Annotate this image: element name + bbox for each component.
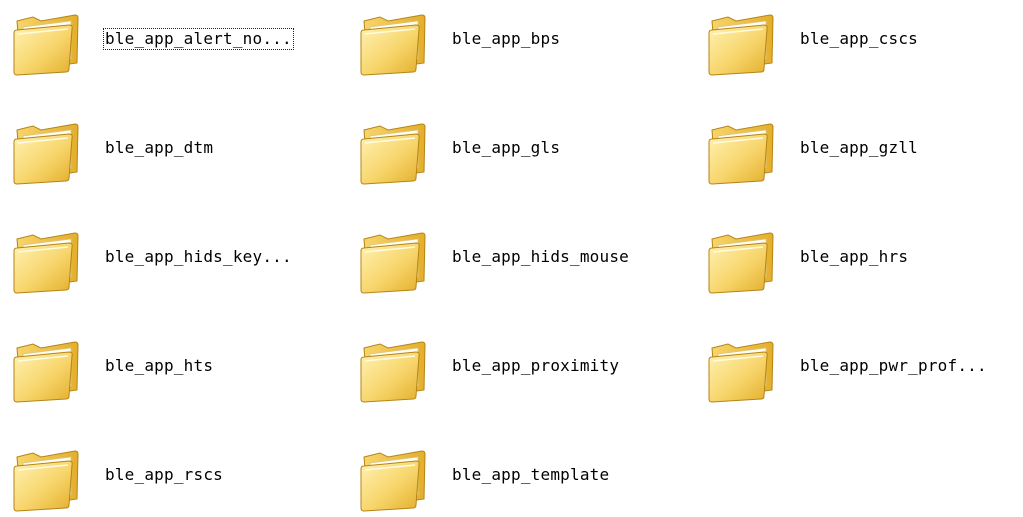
folder-name-label[interactable]: ble_app_proximity bbox=[450, 355, 621, 377]
folder-item[interactable]: ble_app_dtm bbox=[0, 113, 340, 187]
folder-item[interactable]: ble_app_hids_key... bbox=[0, 222, 340, 296]
folder-name-label[interactable]: ble_app_pwr_prof... bbox=[798, 355, 989, 377]
folder-item[interactable]: ble_app_gzll bbox=[695, 113, 1023, 187]
folder-name-label[interactable]: ble_app_gls bbox=[450, 137, 562, 159]
folder-icon[interactable] bbox=[358, 447, 428, 513]
folder-item[interactable]: ble_app_hts bbox=[0, 331, 340, 405]
folder-item[interactable]: ble_app_bps bbox=[347, 4, 687, 78]
folder-icon[interactable] bbox=[11, 338, 81, 404]
folder-item[interactable]: ble_app_proximity bbox=[347, 331, 687, 405]
folder-item[interactable]: ble_app_hids_mouse bbox=[347, 222, 687, 296]
folder-icon[interactable] bbox=[706, 11, 776, 77]
folder-item[interactable]: ble_app_rscs bbox=[0, 440, 340, 514]
folder-item[interactable]: ble_app_cscs bbox=[695, 4, 1023, 78]
folder-name-label[interactable]: ble_app_hrs bbox=[798, 246, 910, 268]
folder-name-label[interactable]: ble_app_cscs bbox=[798, 28, 920, 50]
folder-name-label[interactable]: ble_app_hts bbox=[103, 355, 215, 377]
folder-icon-grid: ble_app_alert_no... ble_app_bps ble_app_cs… bbox=[0, 0, 1023, 517]
folder-icon[interactable] bbox=[706, 120, 776, 186]
folder-icon[interactable] bbox=[11, 120, 81, 186]
folder-item[interactable]: ble_app_template bbox=[347, 440, 687, 514]
folder-name-label[interactable]: ble_app_alert_no... bbox=[103, 28, 294, 50]
folder-icon[interactable] bbox=[706, 338, 776, 404]
folder-icon[interactable] bbox=[358, 229, 428, 295]
folder-name-label[interactable]: ble_app_gzll bbox=[798, 137, 920, 159]
folder-name-label[interactable]: ble_app_hids_key... bbox=[103, 246, 294, 268]
folder-name-label[interactable]: ble_app_bps bbox=[450, 28, 562, 50]
folder-item[interactable]: ble_app_gls bbox=[347, 113, 687, 187]
folder-icon[interactable] bbox=[11, 229, 81, 295]
folder-icon[interactable] bbox=[358, 120, 428, 186]
folder-name-label[interactable]: ble_app_dtm bbox=[103, 137, 215, 159]
folder-icon[interactable] bbox=[11, 447, 81, 513]
folder-item[interactable]: ble_app_pwr_prof... bbox=[695, 331, 1023, 405]
folder-name-label[interactable]: ble_app_template bbox=[450, 464, 611, 486]
folder-icon[interactable] bbox=[11, 11, 81, 77]
folder-icon[interactable] bbox=[358, 338, 428, 404]
folder-icon[interactable] bbox=[358, 11, 428, 77]
folder-name-label[interactable]: ble_app_hids_mouse bbox=[450, 246, 631, 268]
folder-item[interactable]: ble_app_hrs bbox=[695, 222, 1023, 296]
folder-item[interactable]: ble_app_alert_no... bbox=[0, 4, 340, 78]
folder-icon[interactable] bbox=[706, 229, 776, 295]
folder-name-label[interactable]: ble_app_rscs bbox=[103, 464, 225, 486]
